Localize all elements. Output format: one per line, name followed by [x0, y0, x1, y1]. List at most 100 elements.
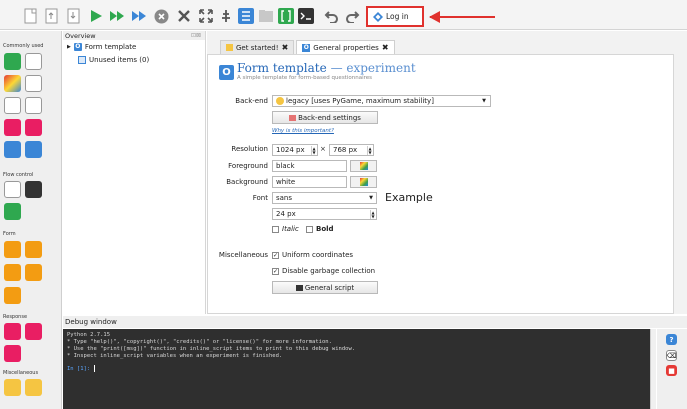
console-line: * Type "help()", "copyright()", "credits… — [67, 339, 332, 345]
general-properties-panel: O Form template — experiment A simple te… — [207, 54, 674, 314]
keyboard-item-icon[interactable] — [4, 119, 21, 136]
fullscreen-icon[interactable] — [198, 8, 214, 24]
redo-icon[interactable] — [344, 8, 360, 24]
help-icon[interactable]: ? — [666, 334, 677, 345]
list-icon[interactable] — [238, 8, 254, 24]
tab-get-started[interactable]: Get started! ✖ — [220, 40, 295, 54]
kill-icon[interactable] — [153, 8, 169, 24]
uniform-coordinates-checkbox[interactable]: ✓ Uniform coordinates — [272, 251, 353, 259]
tab-close-icon[interactable]: ✖ — [282, 43, 289, 52]
sequence-control-icon[interactable] — [4, 203, 21, 220]
run-icon[interactable] — [88, 8, 104, 24]
logger-item-icon[interactable] — [4, 141, 21, 158]
open-icon[interactable] — [44, 8, 60, 24]
notepad-item-icon[interactable] — [4, 379, 21, 396]
text-cursor — [93, 365, 95, 372]
page-title[interactable]: Form template — experiment — [237, 61, 416, 75]
backend-select[interactable]: legacy [uses PyGame, maximum stability] … — [272, 95, 491, 107]
font-size-field[interactable]: 24 px ▲ ▼ — [272, 208, 377, 220]
close-icon[interactable] — [176, 8, 192, 24]
get-started-icon — [226, 44, 233, 51]
tab-bar: Get started! ✖ O General properties ✖ — [220, 40, 395, 54]
general-script-button[interactable]: General script — [272, 281, 378, 294]
main-area: Get started! ✖ O General properties ✖ O … — [207, 31, 687, 314]
chevron-down-icon: ▼ — [369, 195, 373, 201]
tree-item-unused[interactable]: Unused items (0) — [63, 53, 205, 66]
font-size-stepper-icon[interactable]: ▲ ▼ — [370, 210, 375, 219]
form-base-icon[interactable] — [4, 241, 21, 258]
background-color-picker[interactable] — [350, 176, 377, 188]
form-multiple-choice-icon[interactable] — [4, 287, 21, 304]
expand-arrow-icon[interactable]: ▶ — [67, 44, 71, 50]
overview-header: Overview ⊡⊠ — [63, 31, 205, 40]
synth-item-icon[interactable] — [25, 97, 42, 114]
run-fast-icon[interactable] — [109, 8, 125, 24]
font-example: Example — [385, 191, 433, 204]
resolution-separator: × — [320, 145, 326, 153]
run-quick-icon[interactable] — [131, 8, 147, 24]
response-reset-icon[interactable] — [4, 323, 21, 340]
foreground-color-picker[interactable] — [350, 160, 377, 172]
login-button[interactable]: Log in — [366, 6, 424, 27]
tab-close-icon[interactable]: ✖ — [382, 43, 389, 52]
italic-checkbox[interactable]: Italic — [272, 225, 299, 233]
sequence-item-icon[interactable] — [4, 53, 21, 70]
debug-window-title: Debug window — [65, 318, 117, 326]
sampler-item-icon[interactable] — [4, 97, 21, 114]
joystick-item-icon[interactable] — [4, 345, 21, 362]
script-item-icon[interactable] — [25, 141, 42, 158]
checkbox-icon — [306, 225, 313, 233]
new-icon[interactable] — [23, 8, 39, 24]
terminal-icon[interactable] — [298, 8, 314, 24]
console-prompt[interactable]: In [1]: — [67, 365, 646, 373]
stop-icon[interactable]: ■ — [666, 365, 677, 376]
console-side-panel: ? ⌫ ■ — [657, 329, 687, 409]
backend-settings-button[interactable]: Back-end settings — [272, 111, 378, 124]
save-icon[interactable] — [66, 8, 82, 24]
resolution-label: Resolution — [231, 145, 268, 153]
brackets-icon[interactable] — [278, 8, 294, 24]
folder-icon[interactable] — [258, 8, 274, 24]
bold-checkbox[interactable]: Bold — [306, 225, 334, 233]
debug-console[interactable]: Python 2.7.15 * Type "help()", "copyrigh… — [63, 329, 650, 409]
console-line: * Inspect inline_script variables when a… — [67, 353, 283, 359]
tree-item-form-template[interactable]: ▶ O Form template — [63, 40, 205, 53]
page-subtitle[interactable]: A simple template for form-based questio… — [237, 75, 372, 81]
resolution-width-field[interactable]: 1024 px ▲ ▼ — [272, 144, 318, 156]
console-scrollbar[interactable] — [650, 329, 656, 409]
background-field[interactable]: white — [272, 176, 347, 188]
unused-items-icon — [78, 55, 86, 64]
undo-icon[interactable] — [323, 8, 339, 24]
coroutines-item-icon[interactable] — [25, 181, 42, 198]
pin-icon[interactable] — [218, 8, 234, 24]
width-stepper-icon[interactable]: ▲ ▼ — [311, 146, 316, 155]
advanced-delay-icon[interactable] — [25, 379, 42, 396]
pygame-icon — [276, 97, 284, 105]
height-stepper-icon[interactable]: ▲ ▼ — [367, 146, 372, 155]
tab-general-properties[interactable]: O General properties ✖ — [296, 40, 395, 54]
checkbox-icon — [272, 225, 279, 233]
mouse-item-icon[interactable] — [25, 119, 42, 136]
form-checkbox-icon[interactable] — [25, 241, 42, 258]
resolution-height-field[interactable]: 768 px ▲ ▼ — [329, 144, 374, 156]
overview-dock-icon[interactable]: ⊡⊠ — [191, 32, 201, 39]
color-picker-icon — [359, 178, 368, 186]
clear-icon[interactable]: ⌫ — [666, 350, 677, 361]
color-picker-icon — [359, 162, 368, 170]
section-flow-control: Flow control — [3, 172, 34, 178]
sketchpad-item-icon[interactable] — [4, 75, 21, 92]
foreground-field[interactable]: black — [272, 160, 347, 172]
experiment-icon: O — [219, 65, 234, 80]
font-family-select[interactable]: sans ▼ — [272, 192, 377, 204]
form-text-input-icon[interactable] — [4, 264, 21, 281]
section-response: Response — [3, 314, 28, 320]
loop-control-icon[interactable] — [4, 181, 21, 198]
touch-response-icon[interactable] — [25, 323, 42, 340]
feedback-item-icon[interactable] — [25, 75, 42, 92]
form-text-display-icon[interactable] — [25, 264, 42, 281]
checkmark-icon: ✓ — [272, 267, 279, 275]
disable-gc-checkbox[interactable]: ✓ Disable garbage collection — [272, 267, 375, 275]
foreground-label: Foreground — [228, 162, 268, 170]
loop-item-icon[interactable] — [25, 53, 42, 70]
why-important-link[interactable]: Why is this important? — [272, 128, 334, 134]
